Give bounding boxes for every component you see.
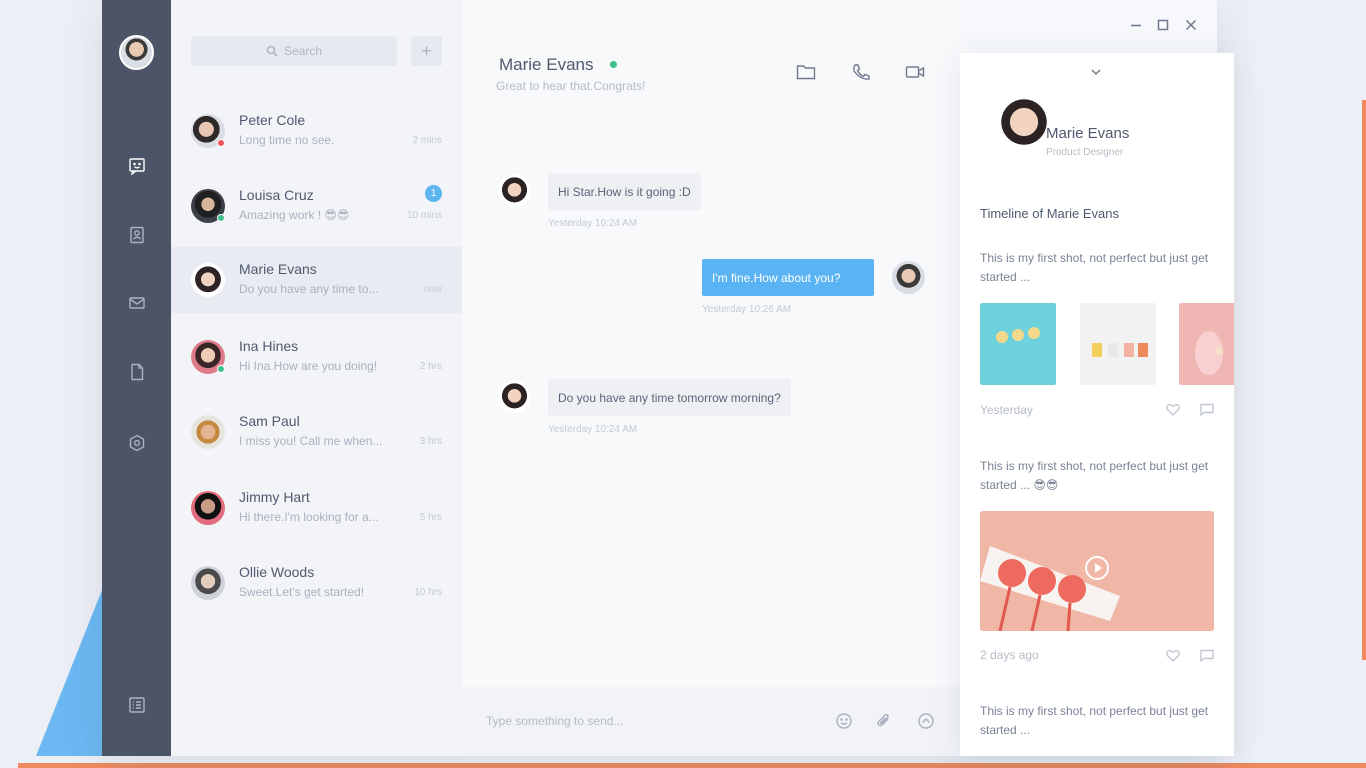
mail-icon[interactable]	[126, 292, 148, 314]
avatar	[191, 263, 225, 297]
contact-name: Sam Paul	[239, 413, 300, 429]
like-icon[interactable]	[1166, 649, 1182, 663]
contact-last-message: Hi Ina.How are you doing!	[239, 359, 378, 373]
contact-last-message: I miss you! Call me when...	[239, 434, 383, 448]
settings-icon[interactable]	[126, 432, 148, 454]
timeline-title: Timeline of Marie Evans	[980, 206, 1119, 221]
post-video[interactable]	[980, 511, 1214, 631]
contact-name: Peter Cole	[239, 112, 306, 128]
contact-time: 5 hrs	[419, 512, 442, 523]
post-text: This is my first shot, not perfect but j…	[980, 459, 1209, 492]
contact-time: 10 mins	[406, 210, 442, 221]
emoji-icon[interactable]	[835, 712, 855, 732]
add-contact-button[interactable]: +	[411, 36, 442, 66]
contact-last-message: Sweet.Let's get started!	[239, 585, 365, 599]
contact-last-message: Hi there.I'm looking for a...	[239, 510, 379, 524]
status-dot	[217, 139, 225, 147]
contact-time: 2 hrs	[419, 361, 442, 372]
contact-name: Jimmy Hart	[239, 489, 310, 505]
post-image-1[interactable]	[980, 303, 1056, 385]
contact-time: now	[423, 284, 442, 295]
online-status-dot	[610, 61, 617, 68]
bottom-accent-line	[18, 763, 1366, 768]
message-composer: Type something to send...	[462, 687, 962, 756]
message-input[interactable]: Type something to send...	[486, 714, 623, 728]
my-message-avatar	[892, 261, 925, 294]
contact-item-ina-hines[interactable]: Ina Hines Hi Ina.How are you doing! 2 hr…	[171, 324, 462, 390]
post-image-2[interactable]	[1080, 303, 1156, 385]
contact-item-jimmy-hart[interactable]: Jimmy Hart Hi there.I'm looking for a...…	[171, 475, 462, 541]
play-icon[interactable]	[1085, 556, 1109, 580]
contact-item-ollie-woods[interactable]: Ollie Woods Sweet.Let's get started! 10 …	[171, 550, 462, 616]
profile-avatar	[996, 95, 1052, 155]
menu-list-icon[interactable]	[126, 694, 148, 716]
profile-panel: Marie Evans Product Designer Timeline of…	[960, 53, 1234, 756]
search-icon	[266, 45, 278, 57]
avatar	[191, 566, 225, 600]
contact-item-peter-cole[interactable]: Peter Cole Long time no see. 2 mins	[171, 98, 462, 164]
chevron-down-icon[interactable]	[1091, 63, 1103, 76]
attachment-icon[interactable]	[875, 712, 895, 732]
post-image-3[interactable]	[1179, 303, 1234, 385]
right-accent-line	[1362, 100, 1366, 660]
minimize-button[interactable]	[1130, 18, 1144, 32]
sender-avatar	[498, 380, 531, 413]
my-avatar[interactable]	[119, 35, 154, 70]
video-call-icon[interactable]	[905, 63, 927, 83]
like-icon[interactable]	[1166, 403, 1182, 417]
contact-name: Ina Hines	[239, 338, 299, 354]
contact-name: Marie Evans	[239, 261, 317, 277]
avatar	[191, 491, 225, 525]
contact-item-sam-paul[interactable]: Sam Paul I miss you! Call me when... 3 h…	[171, 399, 462, 465]
status-dot	[217, 365, 225, 373]
comment-icon[interactable]	[1200, 649, 1216, 663]
close-button[interactable]	[1185, 18, 1199, 32]
message-time: Yesterday 10:26 AM	[702, 304, 792, 315]
message-time: Yesterday 10:24 AM	[548, 218, 638, 229]
unread-badge: 1	[425, 185, 442, 202]
contact-last-message: Amazing work ! 😎😎	[239, 208, 350, 222]
folder-icon[interactable]	[796, 63, 818, 83]
contacts-panel: Search + Peter Cole Long time no see. 2 …	[171, 0, 462, 756]
maximize-button[interactable]	[1157, 18, 1171, 32]
chat-title: Marie Evans	[499, 55, 594, 74]
contact-item-louisa-cruz[interactable]: Louisa Cruz Amazing work ! 😎😎 1 10 mins	[171, 173, 462, 239]
contact-name: Louisa Cruz	[239, 187, 314, 203]
comment-icon[interactable]	[1200, 403, 1216, 417]
search-placeholder: Search	[283, 44, 323, 58]
post-text: This is my first shot, not perfect but j…	[980, 704, 1209, 737]
post-text: This is my first shot, not perfect but j…	[980, 251, 1209, 284]
contact-time: 2 mins	[412, 135, 442, 146]
send-icon[interactable]	[917, 712, 937, 732]
chat-icon[interactable]	[126, 155, 148, 177]
message-bubble-in: Do you have any time tomorrow morning?	[548, 379, 791, 416]
message-bubble-in: Hi Star.How is it going :D	[548, 173, 701, 210]
document-icon[interactable]	[126, 361, 148, 383]
post-date: Yesterday	[980, 403, 1033, 417]
contacts-icon[interactable]	[126, 224, 148, 246]
chat-panel: Marie Evans Great to hear that.Congrats!…	[462, 0, 962, 756]
profile-name: Marie Evans	[1046, 125, 1130, 142]
contact-last-message: Long time no see.	[239, 133, 335, 147]
post-date: 2 days ago	[980, 648, 1039, 662]
contact-time: 3 hrs	[419, 436, 442, 447]
contact-name: Ollie Woods	[239, 564, 315, 580]
contact-time: 10 hrs	[414, 587, 442, 598]
status-dot	[217, 214, 225, 222]
profile-role: Product Designer	[1046, 147, 1124, 158]
avatar	[191, 415, 225, 449]
search-input[interactable]: Search	[191, 36, 397, 66]
contact-item-marie-evans[interactable]: Marie Evans Do you have any time to... n…	[171, 247, 462, 313]
message-bubble-out: I'm fine.How about you?	[702, 259, 874, 296]
phone-icon[interactable]	[851, 63, 873, 83]
contact-last-message: Do you have any time to...	[239, 282, 379, 296]
nav-rail	[102, 0, 171, 756]
message-time: Yesterday 10:24 AM	[548, 424, 638, 435]
chat-subtitle: Great to hear that.Congrats!	[496, 79, 646, 93]
sender-avatar	[498, 174, 531, 207]
